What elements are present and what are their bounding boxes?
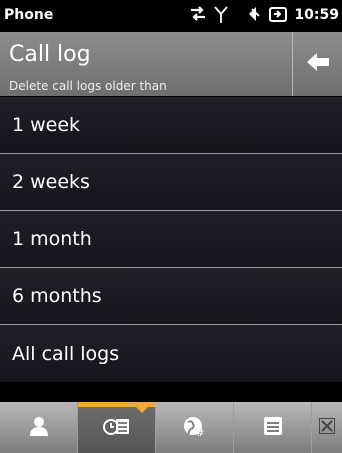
signal-icon [214, 4, 228, 30]
menu-icon [263, 416, 283, 440]
status-bar: Phone 10:59 [0, 0, 342, 32]
close-icon [319, 417, 335, 438]
battery-charging-icon [267, 4, 289, 30]
data-transfer-icon [188, 4, 208, 30]
page-subtitle: Delete call logs older than [9, 79, 167, 93]
contacts-icon [28, 415, 50, 441]
svg-text:#: # [196, 428, 204, 437]
contacts-tab[interactable] [0, 402, 78, 453]
clock: 10:59 [294, 7, 339, 23]
app-name: Phone [4, 7, 54, 23]
menu-tab[interactable] [234, 402, 312, 453]
bottom-toolbar: # [0, 402, 342, 453]
option-label: 1 month [12, 228, 92, 250]
option-label: All call logs [12, 342, 120, 365]
option-6-months[interactable]: 6 months [0, 268, 342, 325]
call-history-icon [102, 415, 131, 441]
speaker-muted-icon [244, 4, 264, 30]
page-title: Call log [9, 42, 91, 67]
call-history-tab[interactable] [78, 402, 156, 453]
option-all-call-logs[interactable]: All call logs [0, 325, 342, 382]
dialpad-tab[interactable]: # [156, 402, 234, 453]
back-arrow-icon [306, 52, 330, 76]
tab-menu-notch [135, 406, 149, 413]
option-label: 6 months [12, 285, 102, 307]
dialpad-globe-icon: # [183, 415, 207, 441]
option-1-month[interactable]: 1 month [0, 211, 342, 268]
option-2-weeks[interactable]: 2 weeks [0, 154, 342, 211]
back-button[interactable] [292, 32, 342, 96]
delete-options-list: 1 week 2 weeks 1 month 6 months All call… [0, 97, 342, 382]
option-label: 2 weeks [12, 171, 90, 193]
page-header: Call log Delete call logs older than [0, 32, 342, 96]
option-label: 1 week [12, 114, 81, 136]
option-1-week[interactable]: 1 week [0, 97, 342, 154]
close-button[interactable] [312, 402, 342, 453]
